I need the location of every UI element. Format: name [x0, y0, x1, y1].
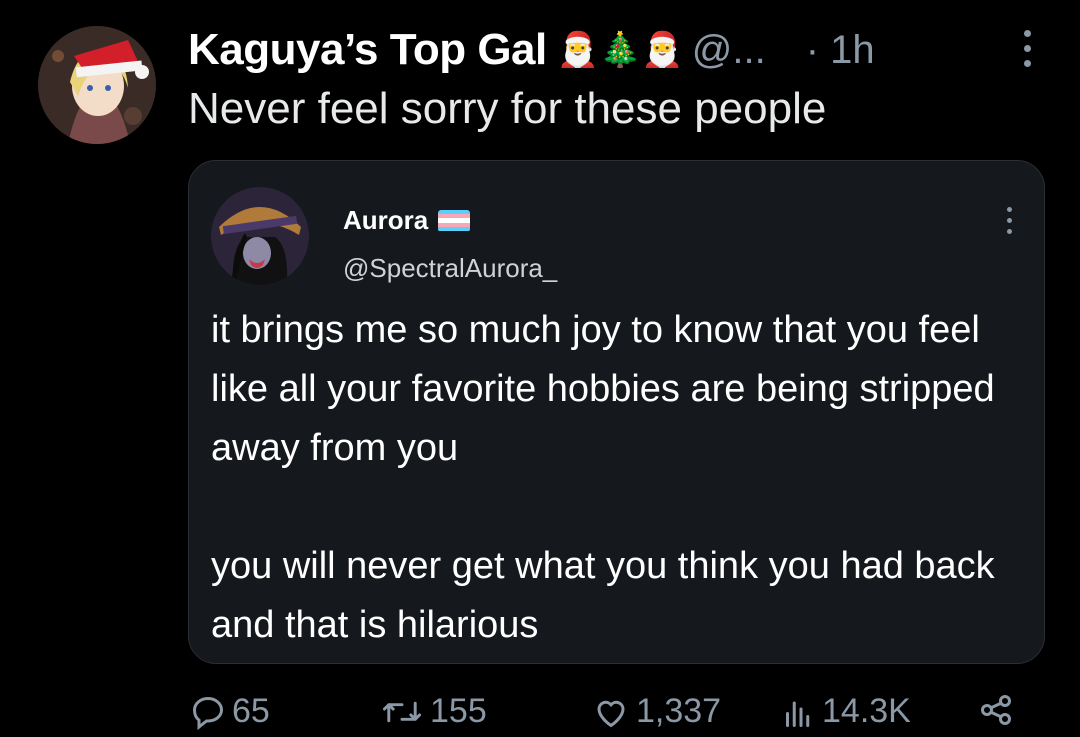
display-name[interactable]: Kaguya’s Top Gal: [188, 25, 547, 75]
name-emojis: 🎅🎄🎅: [556, 31, 684, 69]
action-bar: 65 155 1,337 14.3K: [190, 692, 1040, 736]
tweet-timestamp[interactable]: · 1h: [806, 28, 875, 73]
quoted-handle[interactable]: @SpectralAurora_: [343, 253, 557, 284]
reply-button[interactable]: 65: [190, 692, 270, 731]
trans-flag-icon: [438, 209, 471, 232]
quoted-avatar-image: [211, 187, 309, 285]
views-button[interactable]: 14.3K: [780, 692, 911, 731]
more-options-icon[interactable]: [1020, 30, 1034, 74]
avatar[interactable]: [38, 26, 156, 144]
user-handle[interactable]: @...: [692, 28, 766, 73]
heart-icon: [597, 700, 625, 727]
quoted-avatar[interactable]: [211, 187, 309, 285]
tweet-text: Never feel sorry for these people: [188, 84, 827, 133]
views-count: 14.3K: [822, 692, 911, 730]
share-button[interactable]: [976, 692, 1022, 728]
retweet-icon: [382, 701, 422, 722]
share-icon: [981, 695, 1011, 725]
quoted-text: it brings me so much joy to know that yo…: [211, 301, 1031, 655]
quoted-name-row: Aurora: [343, 205, 471, 236]
avatar-image: [38, 26, 156, 144]
like-count: 1,337: [636, 692, 722, 730]
quoted-tweet-card[interactable]: Aurora @SpectralAurora_ it brings me so …: [188, 160, 1045, 664]
quoted-paragraph: it brings me so much joy to know that yo…: [211, 309, 995, 469]
quoted-paragraph: you will never get what you think you ha…: [211, 545, 995, 646]
tweet-header: Kaguya’s Top Gal 🎅🎄🎅 @... · 1h: [188, 22, 1040, 78]
retweet-button[interactable]: 155: [380, 692, 487, 731]
reply-count: 65: [232, 692, 270, 730]
retweet-count: 155: [430, 692, 487, 730]
views-icon: [786, 701, 810, 727]
like-button[interactable]: 1,337: [592, 692, 721, 731]
reply-icon: [192, 696, 224, 730]
quoted-display-name[interactable]: Aurora: [343, 205, 428, 236]
quoted-more-icon[interactable]: [1004, 207, 1014, 240]
